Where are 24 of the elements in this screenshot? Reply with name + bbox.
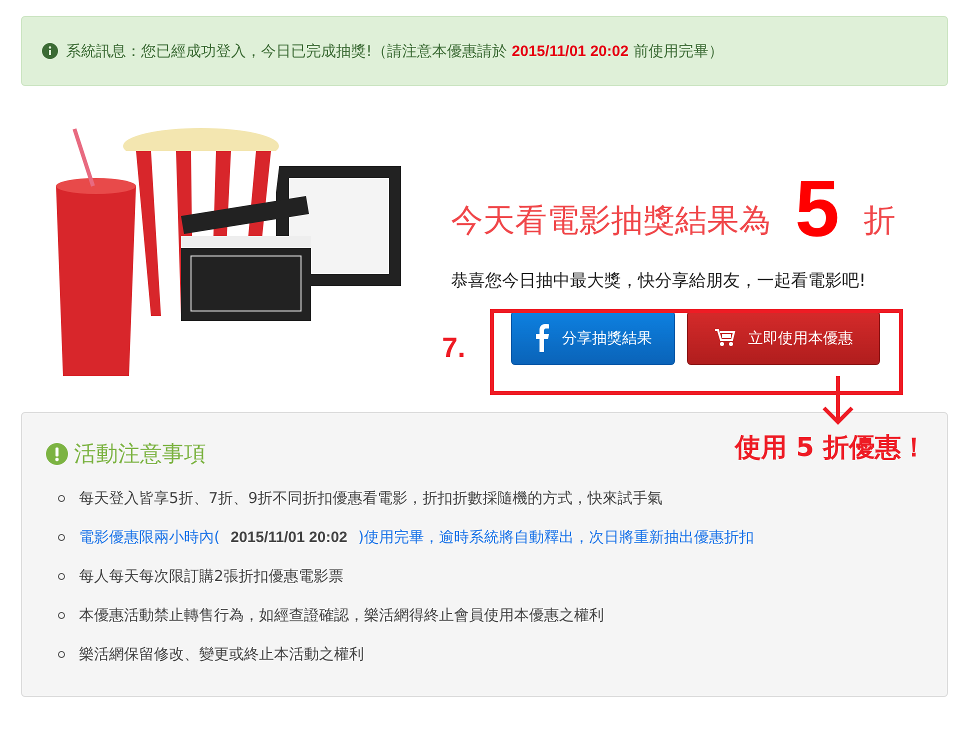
bullet-icon bbox=[58, 612, 65, 619]
use-offer-button[interactable]: 立即使用本優惠 bbox=[687, 311, 880, 365]
note-text: 電影優惠限兩小時內( 2015/11/01 20:02 )使用完畢，逾時系統將自動釋出，次日將重新抽出優惠折扣 bbox=[79, 528, 754, 547]
note-text: 本優惠活動禁止轉售行為，如經查證確認，樂活網得終止會員使用本優惠之權利 bbox=[79, 606, 604, 625]
note-text: 樂活網保留修改、變更或終止本活動之權利 bbox=[79, 645, 364, 664]
note-text: 每天登入皆享5折、7折、9折不同折扣優惠看電影，折扣折數採隨機的方式，快來試手氣 bbox=[79, 489, 663, 508]
bullet-icon bbox=[58, 651, 65, 658]
exclamation-icon bbox=[46, 443, 68, 465]
facebook-icon bbox=[534, 324, 550, 352]
alert-message: 系統訊息：您已經成功登入，今日已完成抽獎!（請注意本優惠請於 2015/11/01 20:02 前使用完畢） bbox=[66, 42, 724, 60]
note-text: 每人每天每次限訂購2張折扣優惠電影票 bbox=[79, 567, 344, 586]
discount-value: 5 bbox=[795, 169, 840, 249]
share-button[interactable]: 分享抽獎結果 bbox=[511, 311, 675, 365]
result-headline: 今天看電影抽獎結果為 bbox=[451, 200, 771, 241]
step-number: 7. bbox=[442, 332, 466, 364]
bullet-icon bbox=[58, 534, 65, 541]
congrats-message: 恭喜您今日抽中最大獎，快分享給朋友，一起看電影吧! bbox=[451, 271, 867, 291]
notes-title: 活動注意事項 bbox=[74, 441, 206, 469]
info-icon bbox=[42, 43, 58, 59]
bullet-icon bbox=[58, 495, 65, 502]
bullet-icon bbox=[58, 573, 65, 580]
discount-unit: 折 bbox=[864, 200, 896, 241]
callout-text: 使用 5 折優惠！ bbox=[735, 432, 928, 465]
cart-icon bbox=[714, 328, 736, 348]
